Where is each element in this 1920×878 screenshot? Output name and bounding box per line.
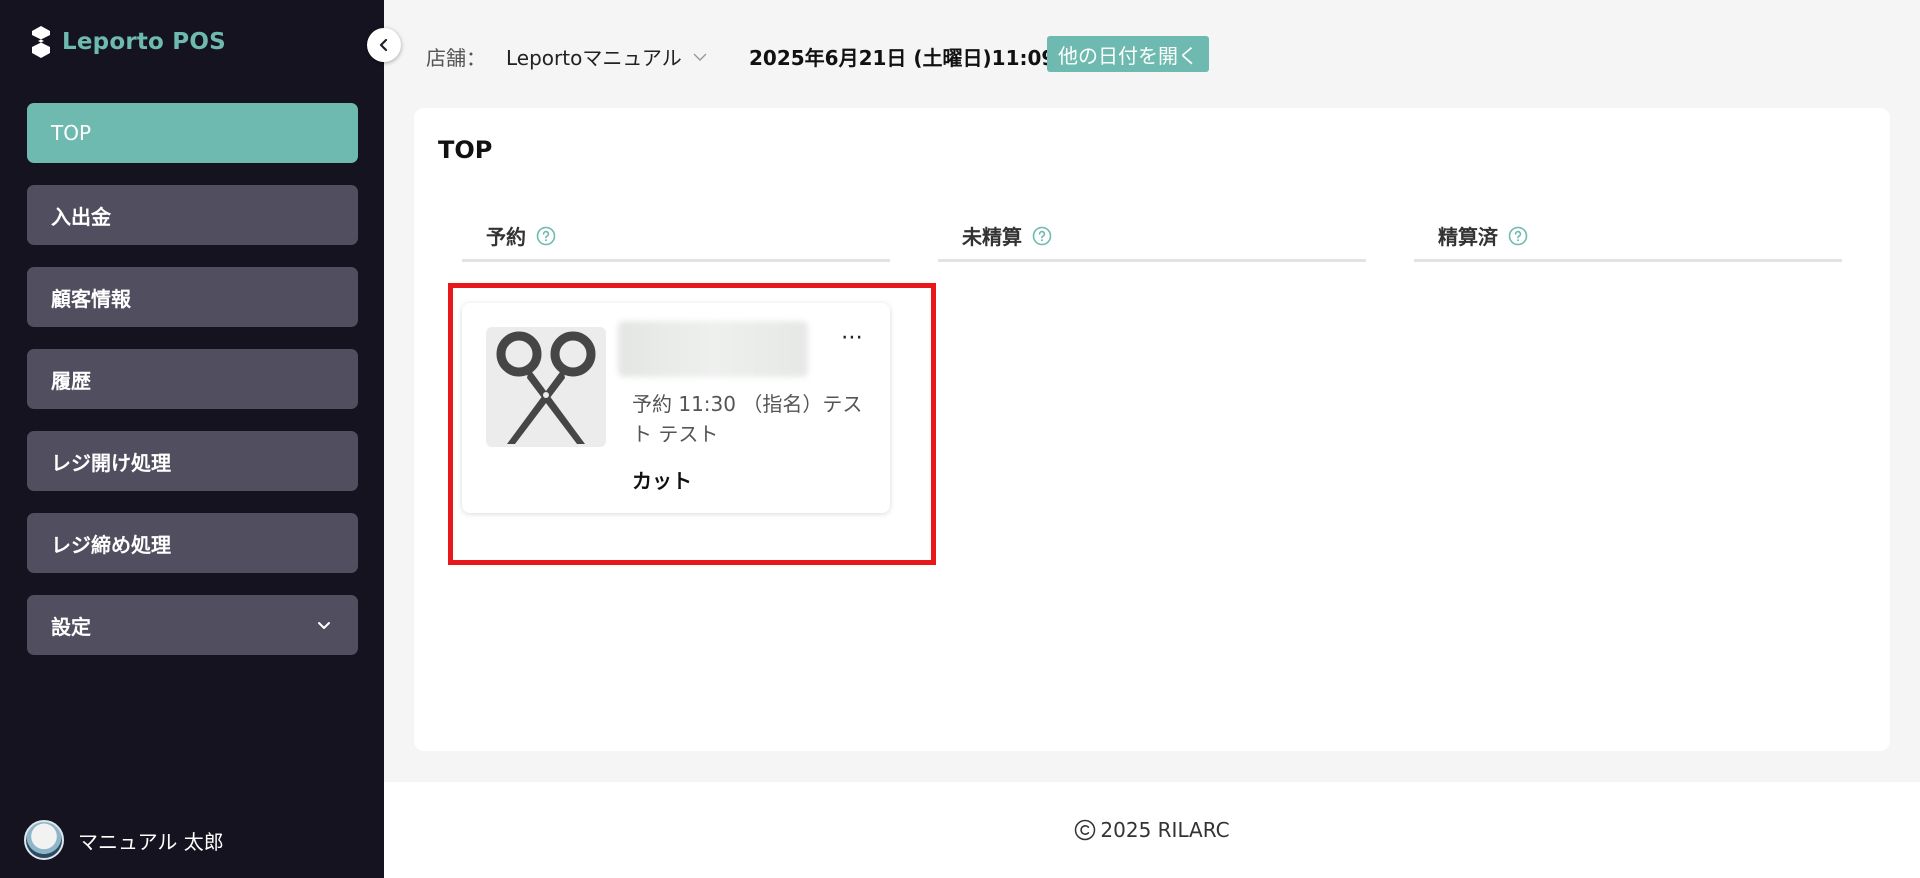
column-label: 精算済 (1438, 225, 1498, 249)
sidebar-item-history[interactable]: 履歴 (27, 349, 358, 409)
sidebar-item-label: 履歴 (51, 368, 91, 393)
sidebar-item-label: 設定 (51, 614, 91, 639)
column-label: 未精算 (962, 225, 1022, 249)
copyright-icon (1075, 819, 1096, 841)
store-select-value: Leportoマニュアル (506, 46, 682, 70)
sidebar-item-label: 入出金 (51, 204, 111, 229)
avatar (24, 820, 64, 860)
app-root: Leporto POS TOP 入出金 顧客情報 履歴 レジ開け処理 レジ締め処… (0, 0, 1920, 878)
column-header: 予約 (462, 212, 890, 262)
current-date: 2025年6月21日 (土曜日)11:09 (749, 46, 1056, 70)
header: 店舗： Leportoマニュアル 2025年6月21日 (土曜日)11:09 他… (384, 0, 1920, 108)
footer: 2025 RILARC (384, 782, 1920, 878)
sidebar-item-label: レジ締め処理 (51, 532, 171, 557)
chevron-left-icon (379, 38, 388, 52)
question-circle-icon[interactable] (1032, 226, 1052, 246)
open-other-date-button[interactable]: 他の日付を開く (1047, 36, 1209, 72)
sidebar-item-customer-info[interactable]: 顧客情報 (27, 267, 358, 327)
sidebar-collapse-button[interactable] (367, 28, 401, 62)
sidebar-item-label: TOP (51, 121, 92, 145)
sidebar-item-label: 顧客情報 (51, 286, 131, 311)
column-header: 未精算 (938, 212, 1366, 262)
column-label: 予約 (486, 225, 526, 249)
column-header: 精算済 (1414, 212, 1842, 262)
chevron-down-icon (693, 53, 707, 61)
column-settled: 精算済 (1414, 212, 1842, 262)
question-circle-icon[interactable] (1508, 226, 1528, 246)
highlight-box (448, 283, 936, 565)
sidebar-item-label: レジ開け処理 (51, 450, 171, 475)
sidebar-item-top[interactable]: TOP (27, 103, 358, 163)
leporto-logo-icon (32, 26, 50, 58)
main-card: TOP 予約 未精算 精算済 ⋯ 予約 11:30 （指名）テスト テスト カッ… (414, 108, 1890, 751)
page-title: TOP (438, 136, 493, 164)
copyright-text: 2025 RILARC (1100, 818, 1230, 842)
column-unsettled: 未精算 (938, 212, 1366, 262)
store-label: 店舗： (426, 46, 486, 70)
user-profile[interactable]: マニュアル 太郎 (24, 820, 224, 860)
question-circle-icon[interactable] (536, 226, 556, 246)
sidebar-nav: TOP 入出金 顧客情報 履歴 レジ開け処理 レジ締め処理 設定 (27, 103, 358, 677)
sidebar-item-deposit-withdrawal[interactable]: 入出金 (27, 185, 358, 245)
sidebar: Leporto POS TOP 入出金 顧客情報 履歴 レジ開け処理 レジ締め処… (0, 0, 384, 878)
user-name: マニュアル 太郎 (78, 829, 224, 854)
sidebar-item-register-close[interactable]: レジ締め処理 (27, 513, 358, 573)
sidebar-item-register-open[interactable]: レジ開け処理 (27, 431, 358, 491)
chevron-down-icon (318, 622, 330, 629)
brand-name: Leporto POS (62, 29, 226, 55)
brand[interactable]: Leporto POS (28, 22, 226, 62)
sidebar-item-settings[interactable]: 設定 (27, 595, 358, 655)
store-select[interactable]: Leportoマニュアル (506, 42, 708, 71)
column-reservations: 予約 (462, 212, 890, 262)
